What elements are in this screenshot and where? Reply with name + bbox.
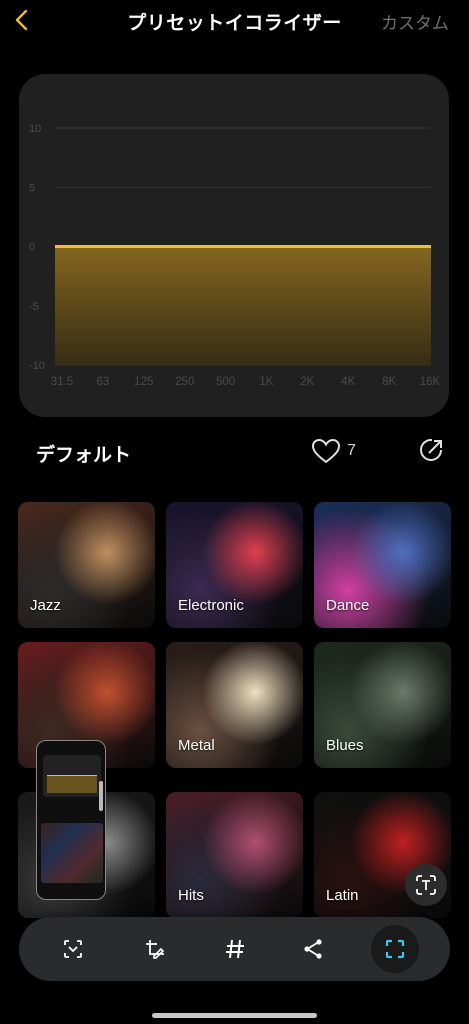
share-icon: [304, 939, 322, 959]
y-tick-label: 0: [29, 242, 35, 254]
share-preset-button[interactable]: [418, 436, 446, 469]
tile-label: Metal: [178, 737, 215, 754]
x-tick-label: 500: [216, 376, 235, 388]
thumbnail-scrollbar: [99, 781, 103, 811]
text-extract-button[interactable]: [405, 864, 447, 906]
text-frame-icon: [416, 875, 436, 895]
tile-label: Blues: [326, 737, 364, 754]
genre-tile-electronic[interactable]: Electronic: [166, 502, 303, 628]
share-tool-button[interactable]: [289, 925, 337, 973]
genre-tile-jazz[interactable]: Jazz: [18, 502, 155, 628]
x-tick-label: 31.5: [51, 376, 73, 388]
x-tick-label: 125: [134, 376, 153, 388]
tile-label: Dance: [326, 597, 370, 614]
like-button[interactable]: 7: [311, 438, 356, 464]
share-arrow-icon: [420, 438, 442, 461]
screenshot-thumbnail[interactable]: [36, 740, 106, 900]
x-tick-label: 250: [175, 376, 194, 388]
heart-icon: [311, 438, 341, 464]
edit-crop-icon: [146, 940, 165, 959]
eq-area-fill: [55, 246, 431, 365]
tile-label: Electronic: [178, 597, 244, 614]
edit-tool-button[interactable]: [131, 925, 179, 973]
y-tick-label: -5: [29, 301, 39, 313]
genre-tile-metal[interactable]: Metal: [166, 642, 303, 768]
x-tick-label: 63: [96, 376, 109, 388]
eq-chart[interactable]: 10 5 0 -5 -10 31.5 63 125 250 500 1K 2K 4K 8K 16K: [19, 74, 449, 417]
hashtag-icon: [226, 939, 244, 959]
y-tick-label: -10: [29, 360, 45, 372]
thumbnail-chart: [43, 755, 101, 797]
x-tick-label: 16K: [420, 376, 441, 388]
y-tick-label: 10: [29, 123, 41, 135]
x-tick-label: 2K: [300, 376, 314, 388]
preset-name: デフォルト: [36, 445, 132, 466]
tile-label: Latin: [326, 887, 359, 904]
home-indicator: [152, 1013, 317, 1018]
preset-row: デフォルト 7: [0, 432, 469, 468]
header: プリセットイコライザー カスタム: [0, 0, 469, 40]
scan-text-icon: [64, 940, 82, 958]
thumbnail-grid: [41, 823, 103, 883]
like-count: 7: [347, 442, 356, 459]
focus-tool-button[interactable]: [371, 925, 419, 973]
x-tick-label: 4K: [341, 376, 355, 388]
y-tick-label: 5: [29, 182, 35, 194]
genre-tile-blues[interactable]: Blues: [314, 642, 451, 768]
genre-tile-dance[interactable]: Dance: [314, 502, 451, 628]
custom-button[interactable]: カスタム: [381, 9, 449, 34]
genre-tile-hits[interactable]: Hits: [166, 792, 303, 918]
tile-label: Hits: [178, 887, 204, 904]
tile-label: Jazz: [30, 597, 61, 614]
hashtag-tool-button[interactable]: [211, 925, 259, 973]
scan-tool-button[interactable]: [49, 925, 97, 973]
eq-chart-card[interactable]: 10 5 0 -5 -10 31.5 63 125 250 500 1K 2K 4K 8K 16K: [19, 74, 449, 417]
screenshot-toolbar: [19, 917, 450, 981]
focus-icon: [385, 939, 405, 959]
x-tick-label: 1K: [259, 376, 273, 388]
x-tick-label: 8K: [382, 376, 396, 388]
